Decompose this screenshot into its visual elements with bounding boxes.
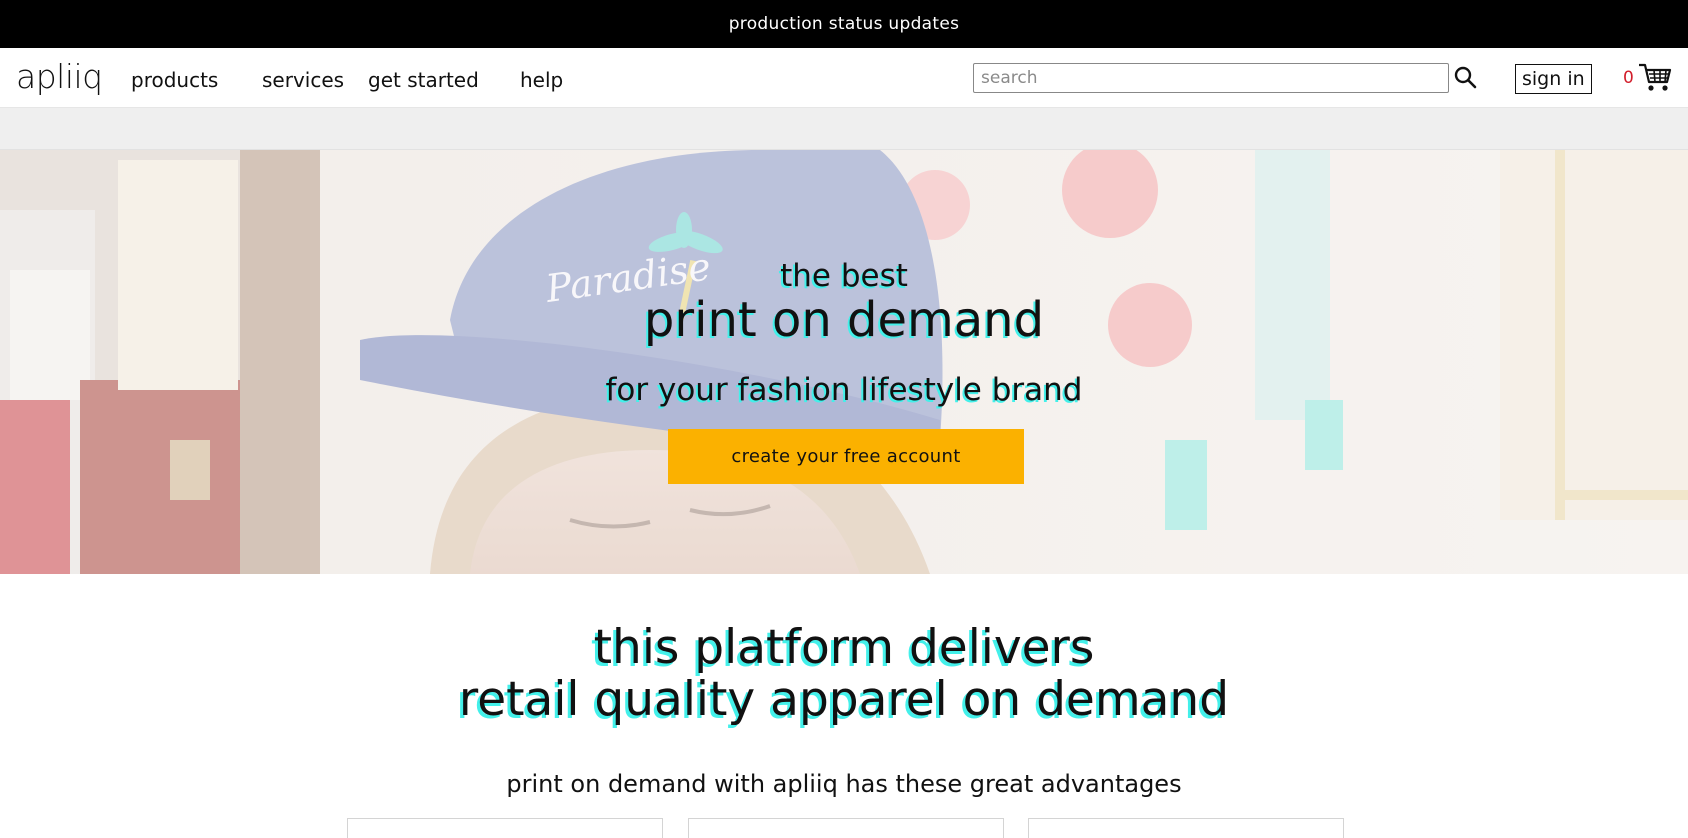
search-input[interactable] (973, 63, 1449, 93)
cart-count: 0 (1623, 68, 1634, 88)
logo-text: apliiq (16, 57, 100, 96)
create-account-button[interactable]: create your free account (668, 429, 1024, 484)
section-title-line2: retail quality apparel on demand (458, 672, 1230, 727)
hero-background-image: Paradise (0, 150, 1688, 574)
section-subtitle: print on demand with apliiq has these gr… (506, 770, 1182, 798)
apliiq-logo[interactable]: apliiq (16, 56, 100, 102)
cart-icon[interactable] (1638, 62, 1672, 92)
hero-title: print on demand (643, 292, 1045, 348)
hero-kicker: the best (780, 258, 908, 294)
nav-get-started[interactable]: get started (368, 68, 479, 92)
section-title-line1: this platform delivers (593, 620, 1095, 675)
advantage-card (1028, 818, 1344, 838)
secondary-strip (0, 108, 1688, 150)
sign-in-button[interactable]: sign in (1515, 64, 1592, 94)
advantage-card (688, 818, 1004, 838)
hero-banner: Paradise the best print on demand for yo… (0, 150, 1688, 574)
announcement-bar: production status updates (0, 0, 1688, 48)
main-navigation: apliiq products services get started hel… (0, 48, 1688, 108)
nav-products[interactable]: products (131, 68, 218, 92)
search-icon (1454, 66, 1477, 88)
production-status-link[interactable]: production status updates (729, 14, 960, 34)
nav-help[interactable]: help (520, 68, 563, 92)
search-button[interactable] (1452, 64, 1478, 92)
nav-services[interactable]: services (262, 68, 344, 92)
advantage-card (347, 818, 663, 838)
hero-subtitle: for your fashion lifestyle brand (605, 372, 1083, 408)
